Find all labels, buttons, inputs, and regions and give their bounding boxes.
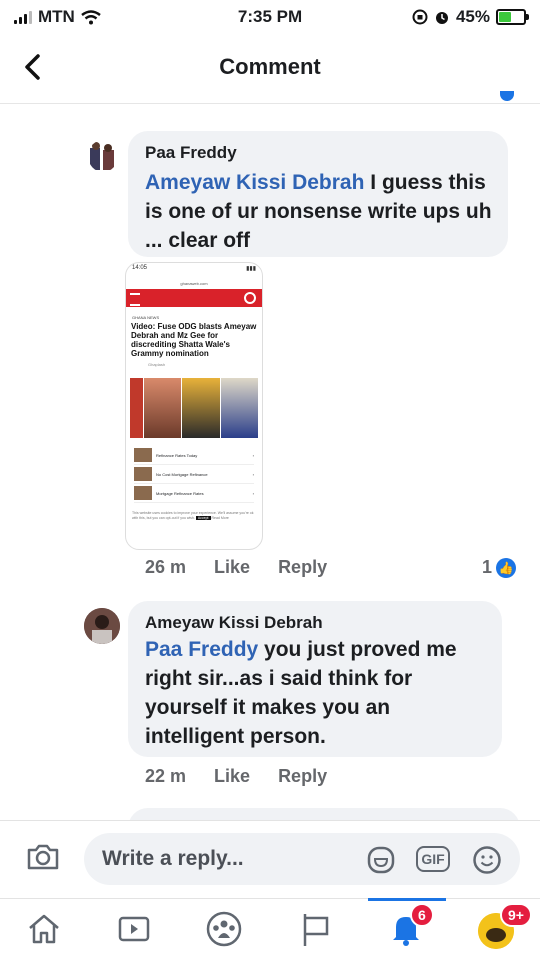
attachment-site-bar bbox=[126, 289, 262, 307]
ad-row: Refinance Rates Today › bbox=[134, 446, 254, 465]
gif-button[interactable]: GIF bbox=[416, 846, 450, 872]
avatar-image bbox=[84, 608, 120, 644]
comment-attachment-image[interactable]: 14:05 ▮▮▮ ghanaweb.com GHANA NEWS Video:… bbox=[125, 262, 263, 550]
camera-icon[interactable] bbox=[26, 843, 60, 871]
comment-bubble[interactable]: Paa Freddy Ameyaw Kissi Debrah I guess t… bbox=[128, 131, 508, 257]
comment-text: Ameyaw Kissi Debrah I guess this is one … bbox=[145, 168, 495, 255]
comment-bubble[interactable]: Ameyaw Kissi Debrah Paa Freddy you just … bbox=[128, 601, 502, 757]
comment-text: Paa Freddy you just proved me right sir.… bbox=[145, 635, 495, 751]
attachment-status: 14:05 ▮▮▮ bbox=[126, 263, 262, 281]
mention-link[interactable]: Paa Freddy bbox=[145, 638, 258, 661]
reply-bar: GIF bbox=[0, 820, 540, 899]
attachment-signal-icon: ▮▮▮ bbox=[246, 266, 256, 272]
pages-flag-icon[interactable] bbox=[296, 909, 336, 949]
reply-button[interactable]: Reply bbox=[278, 766, 327, 787]
ad-label: No Cost Mortgage Refinance bbox=[156, 471, 208, 477]
avatar[interactable] bbox=[84, 608, 120, 644]
like-button[interactable]: Like bbox=[214, 557, 250, 578]
header: Comment bbox=[0, 34, 540, 100]
home-icon[interactable] bbox=[24, 909, 64, 949]
comment-author[interactable]: Paa Freddy bbox=[145, 143, 237, 163]
notifications-badge: 6 bbox=[410, 903, 434, 927]
photo-woman bbox=[144, 378, 182, 438]
orientation-lock-icon bbox=[412, 9, 428, 25]
accept-label: Accept bbox=[195, 516, 211, 520]
attachment-time: 14:05 bbox=[132, 265, 148, 271]
active-tab-indicator bbox=[368, 898, 446, 901]
menu-icon bbox=[130, 293, 140, 306]
avatar-image bbox=[90, 142, 114, 170]
cookie-text: This website uses cookies to improve you… bbox=[132, 511, 254, 520]
bottom-nav: 6 9+ bbox=[0, 898, 540, 961]
battery-percent: 45% bbox=[455, 7, 490, 26]
comment-time: 22 m bbox=[145, 766, 187, 786]
comment-author[interactable]: Ameyaw Kissi Debrah bbox=[145, 613, 323, 633]
attachment-photo bbox=[130, 378, 258, 438]
header-divider bbox=[0, 103, 540, 104]
share-strip bbox=[130, 378, 144, 438]
battery-icon bbox=[496, 9, 529, 25]
reaction-count[interactable]: 1 👍 bbox=[482, 557, 517, 578]
ad-label: Mortgage Refinance Rates bbox=[156, 490, 204, 496]
attachment-byline: Ghaplash bbox=[148, 362, 166, 367]
comment-time: 26 m bbox=[145, 557, 187, 577]
gif-label: GIF bbox=[421, 851, 445, 867]
mention-link[interactable]: Ameyaw Kissi Debrah bbox=[145, 171, 364, 194]
reply-input[interactable] bbox=[84, 833, 520, 885]
like-reaction-icon: 👍 bbox=[496, 557, 517, 578]
status-bar: MTN 7:35 PM 45% bbox=[0, 0, 540, 34]
menu-badge: 9+ bbox=[500, 903, 532, 927]
groups-icon[interactable] bbox=[204, 909, 244, 949]
photo-man-1 bbox=[182, 378, 220, 438]
comment-actions: 22 m Like Reply bbox=[145, 766, 327, 787]
attachment-headline: Video: Fuse ODG blasts Ameyaw Debrah and… bbox=[131, 322, 257, 358]
status-right: 45% bbox=[412, 7, 529, 27]
like-button[interactable]: Like bbox=[214, 766, 250, 787]
reply-button[interactable]: Reply bbox=[278, 557, 327, 578]
watch-icon[interactable] bbox=[114, 909, 154, 949]
ad-row: No Cost Mortgage Refinance › bbox=[134, 465, 254, 484]
avatar[interactable] bbox=[88, 140, 118, 172]
search-icon bbox=[244, 292, 256, 304]
attachment-ads: Refinance Rates Today › No Cost Mortgage … bbox=[134, 446, 254, 503]
attachment-cookie-text: This website uses cookies to improve you… bbox=[132, 511, 256, 521]
read-more-label: Read More bbox=[211, 516, 229, 520]
page-title: Comment bbox=[219, 54, 321, 79]
photo-man-2 bbox=[220, 378, 258, 438]
emoji-icon[interactable] bbox=[472, 845, 502, 875]
alarm-icon bbox=[435, 12, 448, 24]
reaction-number: 1 bbox=[482, 557, 493, 577]
previous-comment-peek bbox=[440, 91, 520, 103]
sticker-icon[interactable] bbox=[366, 845, 396, 875]
attachment-url: ghanaweb.com bbox=[180, 281, 208, 286]
comment-actions: 26 m Like Reply bbox=[145, 557, 327, 578]
attachment-tag: GHANA NEWS bbox=[132, 315, 160, 320]
ad-label: Refinance Rates Today bbox=[156, 452, 198, 458]
ad-row: Mortgage Refinance Rates › bbox=[134, 484, 254, 503]
